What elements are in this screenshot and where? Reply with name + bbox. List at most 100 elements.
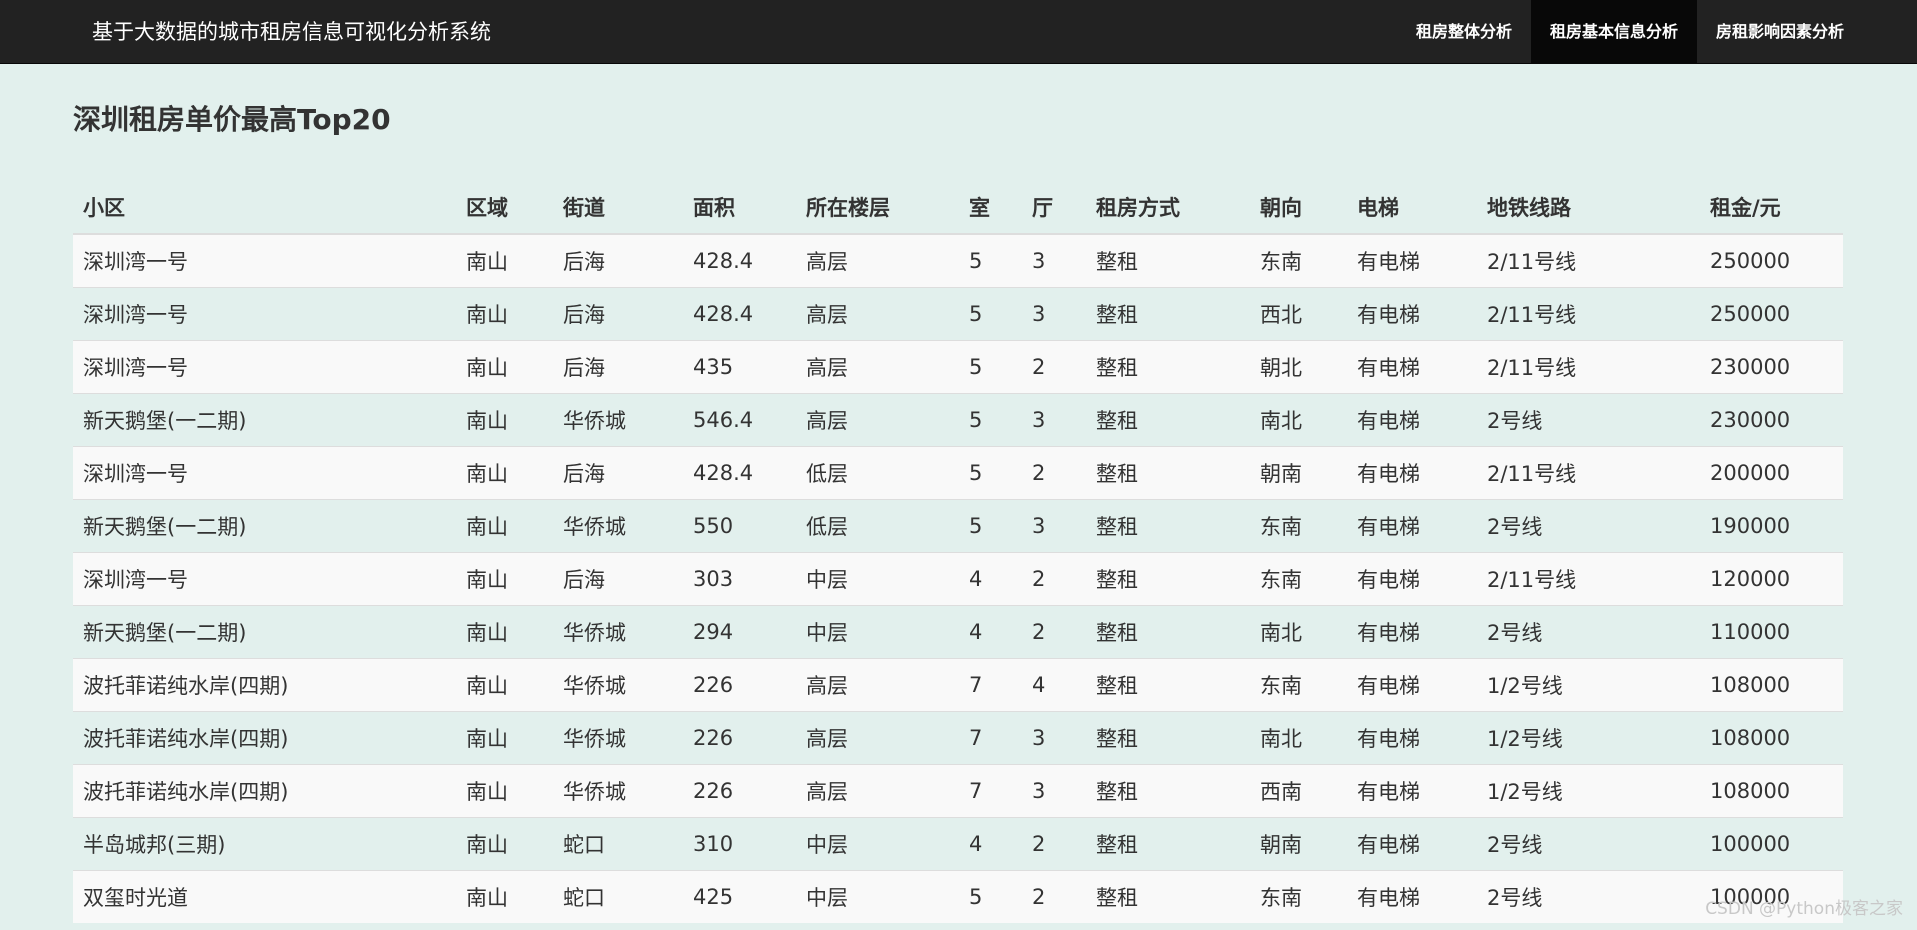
cell-orientation: 东南 [1250, 658, 1347, 712]
cell-rooms: 7 [959, 711, 1022, 765]
cell-area: 226 [683, 658, 796, 712]
cell-metro-line: 1/2号线 [1477, 658, 1700, 712]
cell-halls: 2 [1022, 605, 1086, 659]
cell-area: 226 [683, 764, 796, 818]
cell-community: 深圳湾一号 [73, 446, 456, 500]
cell-orientation: 东南 [1250, 233, 1347, 288]
cell-floor-level: 高层 [796, 658, 959, 712]
cell-rent: 200000 [1700, 446, 1843, 500]
cell-elevator: 有电梯 [1347, 552, 1477, 606]
column-header-elevator: 电梯 [1347, 180, 1477, 235]
nav-item-basic-info-analysis[interactable]: 租房基本信息分析 [1530, 0, 1697, 64]
cell-elevator: 有电梯 [1347, 393, 1477, 447]
cell-elevator: 有电梯 [1347, 817, 1477, 871]
cell-rental-type: 整租 [1086, 446, 1250, 500]
cell-area: 303 [683, 552, 796, 606]
cell-area: 428.4 [683, 233, 796, 288]
column-header-rental-type: 租房方式 [1086, 180, 1250, 235]
column-header-rooms: 室 [959, 180, 1022, 235]
cell-floor-level: 高层 [796, 711, 959, 765]
cell-rental-type: 整租 [1086, 499, 1250, 553]
column-header-floor-level: 所在楼层 [796, 180, 959, 235]
cell-community: 波托菲诺纯水岸(四期) [73, 711, 456, 765]
cell-halls: 2 [1022, 340, 1086, 394]
cell-rent: 230000 [1700, 340, 1843, 394]
cell-floor-level: 中层 [796, 870, 959, 923]
cell-elevator: 有电梯 [1347, 446, 1477, 500]
nav-menu: 租房整体分析 租房基本信息分析 房租影响因素分析 [1397, 0, 1917, 64]
cell-rooms: 7 [959, 764, 1022, 818]
column-header-halls: 厅 [1022, 180, 1086, 235]
cell-rental-type: 整租 [1086, 287, 1250, 341]
cell-area: 435 [683, 340, 796, 394]
cell-street: 后海 [553, 233, 683, 288]
table-row: 新天鹅堡(一二期) 南山 华侨城 546.4 高层 5 3 整租 南北 有电梯 2号线 230000 [73, 393, 1843, 447]
column-header-community: 小区 [73, 180, 456, 235]
cell-halls: 3 [1022, 287, 1086, 341]
cell-orientation: 东南 [1250, 870, 1347, 923]
cell-rental-type: 整租 [1086, 340, 1250, 394]
cell-orientation: 南北 [1250, 605, 1347, 659]
cell-rent: 100000 [1700, 817, 1843, 871]
rent-top20-table: 小区 区域 街道 面积 所在楼层室厅租房方式 朝向 电梯 地铁线路 租金/元 深圳湾一号 南山 后海… [73, 180, 1843, 923]
cell-rooms: 5 [959, 287, 1022, 341]
cell-rooms: 4 [959, 817, 1022, 871]
cell-rental-type: 整租 [1086, 552, 1250, 606]
cell-metro-line: 2号线 [1477, 393, 1700, 447]
cell-rent: 230000 [1700, 393, 1843, 447]
cell-area: 550 [683, 499, 796, 553]
cell-floor-level: 低层 [796, 499, 959, 553]
cell-rent: 120000 [1700, 552, 1843, 606]
cell-halls: 3 [1022, 393, 1086, 447]
cell-rental-type: 整租 [1086, 605, 1250, 659]
cell-district: 南山 [456, 340, 553, 394]
cell-rental-type: 整租 [1086, 233, 1250, 288]
cell-elevator: 有电梯 [1347, 287, 1477, 341]
table-row: 新天鹅堡(一二期) 南山 华侨城 550 低层 5 3 整租 东南 有电梯 2号线 190000 [73, 499, 1843, 553]
column-header-district: 区域 [456, 180, 553, 235]
cell-rooms: 5 [959, 499, 1022, 553]
cell-orientation: 西北 [1250, 287, 1347, 341]
cell-rent: 108000 [1700, 711, 1843, 765]
cell-rent: 108000 [1700, 764, 1843, 818]
cell-street: 华侨城 [553, 605, 683, 659]
cell-metro-line: 2号线 [1477, 605, 1700, 659]
cell-community: 新天鹅堡(一二期) [73, 605, 456, 659]
cell-rental-type: 整租 [1086, 817, 1250, 871]
cell-street: 华侨城 [553, 393, 683, 447]
cell-street: 华侨城 [553, 711, 683, 765]
cell-metro-line: 2/11号线 [1477, 446, 1700, 500]
cell-street: 蛇口 [553, 870, 683, 923]
cell-metro-line: 1/2号线 [1477, 764, 1700, 818]
nav-item-overall-analysis[interactable]: 租房整体分析 [1397, 0, 1531, 64]
cell-district: 南山 [456, 233, 553, 288]
cell-elevator: 有电梯 [1347, 499, 1477, 553]
cell-rooms: 5 [959, 340, 1022, 394]
cell-street: 后海 [553, 552, 683, 606]
cell-elevator: 有电梯 [1347, 605, 1477, 659]
cell-rooms: 5 [959, 233, 1022, 288]
cell-community: 半岛城邦(三期) [73, 817, 456, 871]
cell-community: 新天鹅堡(一二期) [73, 393, 456, 447]
app-brand[interactable]: 基于大数据的城市租房信息可视化分析系统 [92, 0, 491, 64]
cell-district: 南山 [456, 605, 553, 659]
cell-metro-line: 2号线 [1477, 817, 1700, 871]
table-row: 波托菲诺纯水岸(四期) 南山 华侨城 226 高层 7 3 整租 西南 有电梯 1/2号线 10800… [73, 764, 1843, 818]
table-row: 深圳湾一号 南山 后海 303 中层 4 2 整租 东南 有电梯 2/11号线 120000 [73, 552, 1843, 606]
cell-rent: 250000 [1700, 287, 1843, 341]
nav-item-influencing-factors-analysis[interactable]: 房租影响因素分析 [1697, 0, 1917, 64]
cell-elevator: 有电梯 [1347, 658, 1477, 712]
cell-rooms: 7 [959, 658, 1022, 712]
cell-district: 南山 [456, 446, 553, 500]
cell-rental-type: 整租 [1086, 764, 1250, 818]
cell-street: 后海 [553, 340, 683, 394]
cell-rooms: 5 [959, 870, 1022, 923]
table-row: 深圳湾一号 南山 后海 428.4 低层 5 2 整租 朝南 有电梯 2/11号线 200000 [73, 446, 1843, 500]
cell-metro-line: 1/2号线 [1477, 711, 1700, 765]
cell-rent: 250000 [1700, 233, 1843, 288]
cell-rooms: 4 [959, 552, 1022, 606]
table-row: 新天鹅堡(一二期) 南山 华侨城 294 中层 4 2 整租 南北 有电梯 2号线 110000 [73, 605, 1843, 659]
cell-area: 226 [683, 711, 796, 765]
cell-rent: 108000 [1700, 658, 1843, 712]
cell-orientation: 朝南 [1250, 817, 1347, 871]
